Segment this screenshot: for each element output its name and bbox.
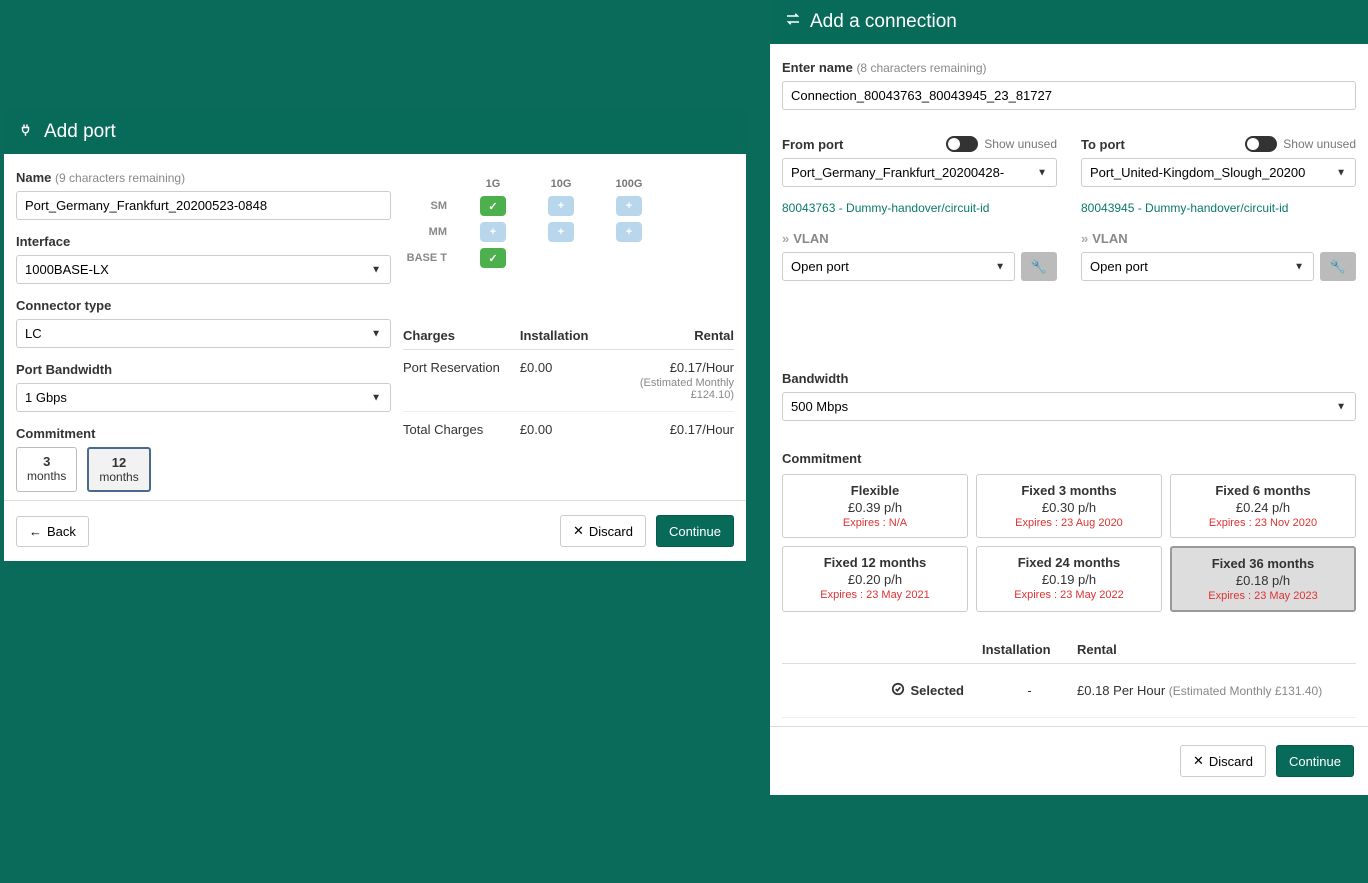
charges-total-label: Total Charges bbox=[403, 422, 520, 437]
cell-mm-1g[interactable]: + bbox=[480, 222, 506, 242]
plug-icon bbox=[18, 120, 36, 144]
conn-bandwidth-label: Bandwidth bbox=[782, 371, 1356, 386]
grid-col-10g: 10G bbox=[535, 178, 587, 190]
from-show-unused-toggle[interactable] bbox=[946, 136, 978, 152]
swap-icon bbox=[784, 10, 802, 34]
charges-r1-est: (Estimated Monthly £124.10) bbox=[617, 377, 734, 401]
to-port-label: To port bbox=[1081, 137, 1125, 152]
arrow-left-icon: ← bbox=[29, 524, 42, 539]
selected-rental: £0.18 Per Hour bbox=[1077, 683, 1165, 698]
grid-row-baset: BASE T bbox=[403, 252, 451, 264]
grid-col-1g: 1G bbox=[467, 178, 519, 190]
back-button[interactable]: ← Back bbox=[16, 516, 89, 547]
add-port-panel: Add port Name (9 characters remaining) I… bbox=[4, 110, 746, 561]
from-vlan-select[interactable]: Open port bbox=[782, 252, 1015, 281]
connector-select[interactable]: LC bbox=[16, 319, 391, 348]
charges-r1-install: £0.00 bbox=[520, 360, 617, 401]
interface-label: Interface bbox=[16, 234, 391, 249]
cell-mm-100g[interactable]: + bbox=[616, 222, 642, 242]
port-bandwidth-select[interactable]: 1 Gbps bbox=[16, 383, 391, 412]
to-vlan-config-button[interactable]: 🔧 bbox=[1320, 252, 1356, 281]
from-port-label: From port bbox=[782, 137, 843, 152]
add-connection-title: Add a connection bbox=[810, 11, 957, 33]
charges-h2: Installation bbox=[520, 328, 617, 343]
add-connection-header: Add a connection bbox=[770, 0, 1368, 44]
to-port-select[interactable]: Port_United-Kingdom_Slough_20200 bbox=[1081, 158, 1356, 187]
continue-button-right[interactable]: Continue bbox=[1276, 745, 1354, 777]
grid-row-mm: MM bbox=[403, 226, 451, 238]
close-icon: ✕ bbox=[1193, 753, 1204, 769]
name-hint: (9 characters remaining) bbox=[55, 171, 185, 185]
conn-name-input[interactable] bbox=[782, 81, 1356, 110]
wrench-icon: 🔧 bbox=[1031, 259, 1047, 275]
add-port-header: Add port bbox=[4, 110, 746, 154]
sel-head-rental: Rental bbox=[1077, 642, 1356, 657]
port-bandwidth-label: Port Bandwidth bbox=[16, 362, 391, 377]
cell-baset-1g[interactable]: ✓ bbox=[480, 248, 506, 268]
conn-bandwidth-select[interactable]: 500 Mbps bbox=[782, 392, 1356, 421]
selected-label: Selected bbox=[911, 683, 964, 698]
from-show-unused-label: Show unused bbox=[984, 137, 1057, 151]
conn-name-hint: (8 characters remaining) bbox=[856, 61, 986, 75]
cell-sm-10g[interactable]: + bbox=[548, 196, 574, 216]
sel-head-install: Installation bbox=[982, 642, 1077, 657]
from-port-meta: 80043763 - Dummy-handover/circuit-id bbox=[782, 201, 1057, 215]
to-vlan-select[interactable]: Open port bbox=[1081, 252, 1314, 281]
selected-install: - bbox=[982, 683, 1077, 698]
to-vlan-label: VLAN bbox=[1081, 231, 1356, 246]
charges-h1: Charges bbox=[403, 328, 520, 343]
commit-fixed-36[interactable]: Fixed 36 months £0.18 p/h Expires : 23 M… bbox=[1170, 546, 1356, 612]
add-connection-panel: Add a connection Enter name (8 character… bbox=[770, 0, 1368, 795]
discard-button-right[interactable]: ✕ Discard bbox=[1180, 745, 1266, 777]
wrench-icon: 🔧 bbox=[1330, 259, 1346, 275]
conn-name-label: Enter name (8 characters remaining) bbox=[782, 60, 1356, 75]
charges-r1-label: Port Reservation bbox=[403, 360, 520, 401]
commit-fixed-6[interactable]: Fixed 6 months £0.24 p/h Expires : 23 No… bbox=[1170, 474, 1356, 538]
to-show-unused-toggle[interactable] bbox=[1245, 136, 1277, 152]
commit-fixed-12[interactable]: Fixed 12 months £0.20 p/h Expires : 23 M… bbox=[782, 546, 968, 612]
to-port-meta: 80043945 - Dummy-handover/circuit-id bbox=[1081, 201, 1356, 215]
close-icon: ✕ bbox=[573, 523, 584, 539]
discard-button-left[interactable]: ✕ Discard bbox=[560, 515, 646, 547]
charges-total-install: £0.00 bbox=[520, 422, 617, 437]
continue-button-left[interactable]: Continue bbox=[656, 515, 734, 547]
port-speed-grid: 1G 10G 100G SM ✓ + + MM + + + BASE T ✓ bbox=[403, 178, 734, 268]
commit-12-months[interactable]: 12 months bbox=[87, 447, 150, 492]
cell-sm-100g[interactable]: + bbox=[616, 196, 642, 216]
add-port-title: Add port bbox=[44, 121, 116, 143]
name-label: Name (9 characters remaining) bbox=[16, 170, 391, 185]
conn-commit-label: Commitment bbox=[782, 451, 1356, 466]
from-port-select[interactable]: Port_Germany_Frankfurt_20200428- bbox=[782, 158, 1057, 187]
check-circle-icon bbox=[891, 682, 905, 699]
from-vlan-label: VLAN bbox=[782, 231, 1057, 246]
selected-rental-est: (Estimated Monthly £131.40) bbox=[1169, 684, 1322, 698]
grid-row-sm: SM bbox=[403, 200, 451, 212]
to-show-unused-label: Show unused bbox=[1283, 137, 1356, 151]
cell-mm-10g[interactable]: + bbox=[548, 222, 574, 242]
grid-col-100g: 100G bbox=[603, 178, 655, 190]
name-input[interactable] bbox=[16, 191, 391, 220]
cell-sm-1g[interactable]: ✓ bbox=[480, 196, 506, 216]
charges-r1-rental: £0.17/Hour bbox=[617, 360, 734, 375]
connector-label: Connector type bbox=[16, 298, 391, 313]
interface-select[interactable]: 1000BASE-LX bbox=[16, 255, 391, 284]
from-vlan-config-button[interactable]: 🔧 bbox=[1021, 252, 1057, 281]
charges-total-rental: £0.17/Hour bbox=[617, 422, 734, 437]
commit-flexible[interactable]: Flexible £0.39 p/h Expires : N/A bbox=[782, 474, 968, 538]
commit-fixed-3[interactable]: Fixed 3 months £0.30 p/h Expires : 23 Au… bbox=[976, 474, 1162, 538]
commit-3-months[interactable]: 3 months bbox=[16, 447, 77, 492]
charges-h3: Rental bbox=[617, 328, 734, 343]
commitment-label: Commitment bbox=[16, 426, 391, 441]
commit-fixed-24[interactable]: Fixed 24 months £0.19 p/h Expires : 23 M… bbox=[976, 546, 1162, 612]
